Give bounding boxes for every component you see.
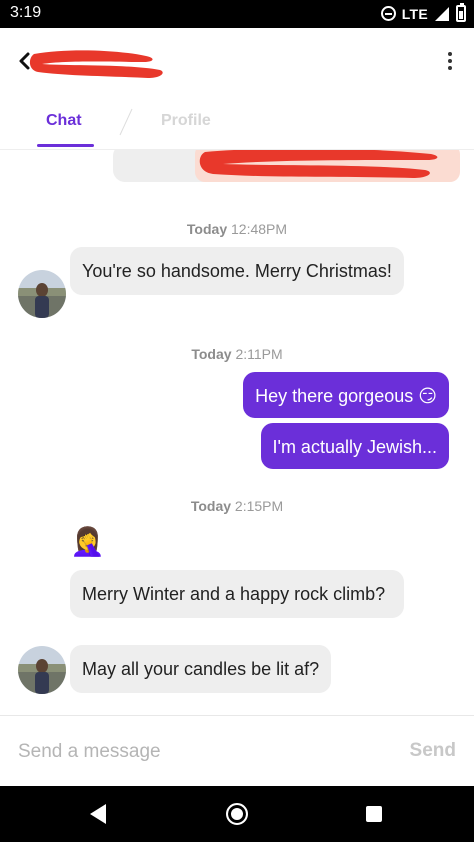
tab-divider — [119, 108, 133, 136]
network-type: LTE — [401, 5, 428, 22]
active-tab-indicator — [37, 144, 94, 147]
send-button[interactable]: Send — [410, 740, 456, 762]
chat-header — [0, 28, 474, 96]
do-not-disturb-icon — [380, 6, 396, 21]
outgoing-message[interactable]: I'm actually Jewish... — [260, 423, 449, 469]
timestamp-day: Today — [191, 346, 232, 362]
outgoing-message[interactable]: Hey there gorgeous 😏 — [243, 372, 449, 418]
timestamp: Today 12:48PM — [0, 221, 474, 237]
timestamp-day: Today — [186, 221, 228, 237]
tab-chat[interactable]: Chat — [46, 112, 82, 130]
timestamp-day: Today — [190, 498, 232, 514]
system-nav-bar — [0, 786, 474, 842]
battery-icon — [456, 3, 466, 22]
status-icons: LTE — [380, 3, 466, 22]
avatar-photo — [18, 646, 66, 694]
incoming-message[interactable]: May all your candles be lit af? — [70, 645, 332, 693]
avatar[interactable] — [18, 270, 66, 318]
message-input[interactable] — [18, 736, 358, 768]
message-list[interactable]: Today 12:48PM You're so handsome. Merry … — [0, 150, 474, 715]
tab-bar: Chat Profile — [0, 96, 474, 150]
timestamp: Today 2:15PM — [0, 498, 474, 514]
avatar[interactable] — [18, 646, 66, 694]
back-triangle-icon[interactable] — [88, 803, 108, 825]
message-composer: Send — [0, 715, 474, 786]
avatar-photo — [18, 270, 66, 318]
timestamp-time: 12:48PM — [231, 221, 288, 237]
timestamp: Today 2:11PM — [0, 346, 474, 362]
contact-name-redaction — [29, 50, 163, 78]
status-time: 3:19 — [10, 4, 42, 21]
incoming-message[interactable]: You're so handsome. Merry Christmas! — [70, 247, 404, 295]
more-vertical-icon[interactable] — [446, 50, 454, 74]
emoji-message[interactable]: 🤦‍♀️ — [70, 524, 105, 560]
incoming-message[interactable]: Merry Winter and a happy rock climb? — [70, 570, 404, 618]
tab-profile[interactable]: Profile — [161, 112, 211, 130]
recents-square-icon[interactable] — [366, 806, 382, 822]
timestamp-time: 2:15PM — [234, 498, 284, 514]
timestamp-time: 2:11PM — [235, 346, 283, 362]
home-circle-icon[interactable] — [226, 803, 248, 825]
redacted-message-bubble — [113, 150, 460, 182]
status-bar: 3:19 LTE — [0, 0, 474, 28]
signal-icon — [435, 6, 449, 21]
message-redaction — [195, 150, 460, 182]
